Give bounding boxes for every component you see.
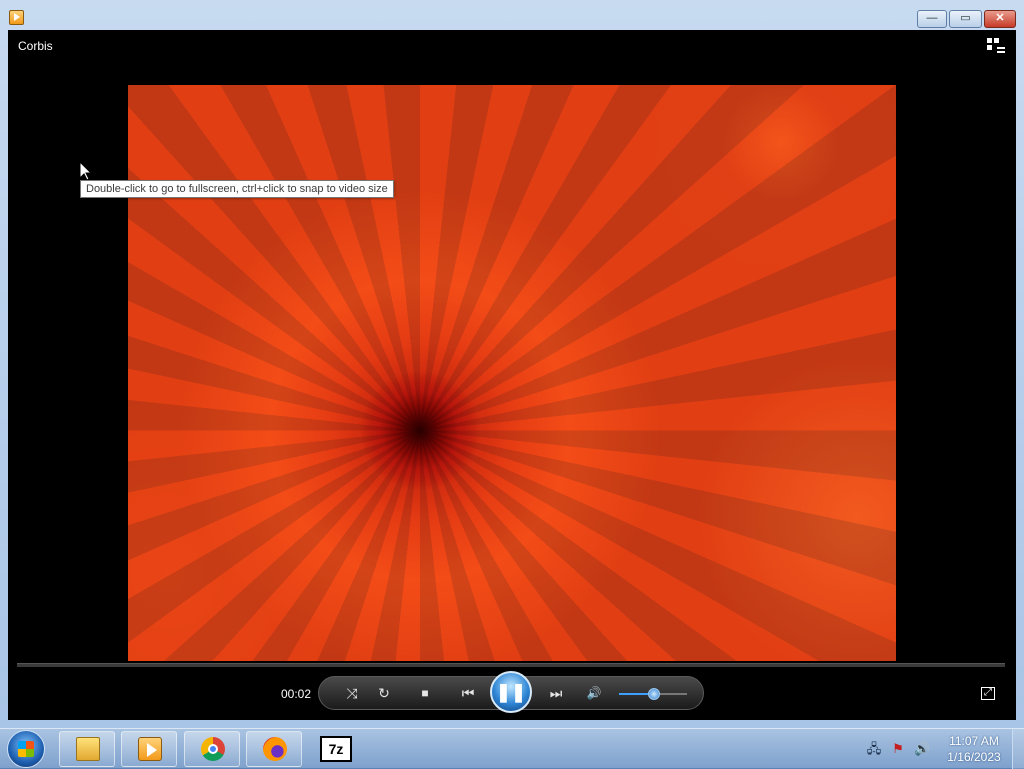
maximize-button[interactable]: ▭ bbox=[949, 10, 982, 28]
player-area[interactable]: Corbis Double-click to go to fullscreen,… bbox=[8, 30, 1016, 720]
tray-volume-icon[interactable]: 🔊 bbox=[914, 741, 930, 757]
minimize-button[interactable]: — bbox=[917, 10, 947, 28]
taskbar-explorer-button[interactable] bbox=[59, 731, 115, 767]
action-center-flag-icon[interactable]: ⚑ bbox=[890, 741, 906, 757]
title-bar[interactable]: — ▭ ✕ bbox=[0, 0, 1024, 30]
media-player-icon bbox=[138, 737, 162, 761]
firefox-icon bbox=[263, 737, 287, 761]
start-button[interactable] bbox=[7, 730, 45, 768]
system-clock[interactable]: 11:07 AM 1/16/2023 bbox=[944, 733, 1004, 765]
taskbar-media-player-button[interactable] bbox=[121, 731, 177, 767]
network-icon[interactable]: 🖧 bbox=[866, 741, 882, 757]
flower-image bbox=[128, 85, 896, 661]
video-display[interactable] bbox=[128, 85, 896, 661]
sevenzip-icon[interactable]: 7z bbox=[320, 736, 352, 762]
fullscreen-icon[interactable]: ⤢ bbox=[981, 687, 995, 700]
clock-time: 11:07 AM bbox=[949, 734, 999, 748]
repeat-icon[interactable]: ↻ bbox=[371, 677, 397, 709]
next-icon[interactable]: ⏭ bbox=[539, 677, 573, 709]
stop-icon[interactable]: ■ bbox=[412, 677, 438, 709]
folder-icon bbox=[76, 737, 100, 761]
previous-icon[interactable]: ⏮ bbox=[451, 677, 485, 709]
chrome-icon bbox=[201, 737, 225, 761]
transport-controls: ⤨ ↻ ■ ⏮ ❚❚ ⏭ 🔊 bbox=[318, 671, 704, 713]
show-desktop-button[interactable] bbox=[1012, 729, 1024, 769]
video-tooltip: Double-click to go to fullscreen, ctrl+c… bbox=[80, 180, 394, 198]
shuffle-icon[interactable]: ⤨ bbox=[339, 677, 365, 709]
taskbar-chrome-button[interactable] bbox=[184, 731, 240, 767]
taskbar-firefox-button[interactable] bbox=[246, 731, 302, 767]
mute-icon[interactable]: 🔊 bbox=[581, 677, 607, 709]
pause-button[interactable]: ❚❚ bbox=[490, 671, 532, 713]
volume-slider-handle[interactable] bbox=[648, 688, 660, 700]
elapsed-time: 00:02 bbox=[281, 687, 312, 701]
media-player-window: — ▭ ✕ Corbis Double-click to go to fulls… bbox=[0, 0, 1024, 728]
media-title: Corbis bbox=[18, 39, 53, 53]
taskbar: 7z 🖧 ⚑ 🔊 11:07 AM 1/16/2023 bbox=[0, 728, 1024, 769]
windows-media-player-icon[interactable] bbox=[9, 10, 24, 25]
clock-date: 1/16/2023 bbox=[947, 750, 1001, 764]
close-button[interactable]: ✕ bbox=[984, 10, 1016, 28]
seek-bar[interactable] bbox=[17, 663, 1005, 667]
switch-to-library-icon[interactable] bbox=[987, 38, 1005, 54]
